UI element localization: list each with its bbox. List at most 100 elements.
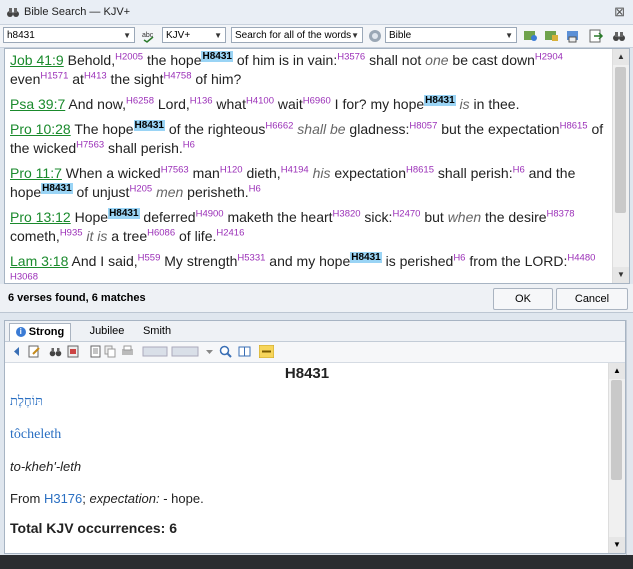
verse-reference-link[interactable]: Pro 13:12 (10, 209, 71, 225)
open-icon[interactable] (67, 345, 80, 358)
strong-number[interactable]: H8378 (547, 208, 575, 219)
strong-number[interactable]: H6 (249, 183, 261, 194)
strong-number[interactable]: H2005 (115, 51, 143, 62)
strong-number[interactable]: H3576 (337, 51, 365, 62)
print-results-icon[interactable] (564, 27, 582, 44)
strong-number-match[interactable]: H8431 (201, 51, 233, 63)
strong-number[interactable]: H6 (183, 139, 195, 150)
scope-icon[interactable] (366, 27, 384, 44)
strong-number[interactable]: H136 (190, 95, 213, 106)
verse-row[interactable]: Psa 39:7 And now,H6258 Lord,H136 whatH41… (10, 95, 608, 114)
verse-reference-link[interactable]: Lam 3:18 (10, 253, 68, 269)
strong-number-match[interactable]: H8431 (133, 120, 165, 132)
strong-number[interactable]: H120 (220, 164, 243, 175)
strong-number[interactable]: H4900 (196, 208, 224, 219)
edit-icon[interactable] (28, 345, 41, 358)
copy-results-icon[interactable] (543, 27, 561, 44)
strong-number-match[interactable]: H8431 (108, 208, 140, 220)
back-icon[interactable] (10, 345, 23, 358)
link-icon[interactable] (259, 345, 274, 358)
search-mode-select[interactable]: Search for all of the words ▼ (231, 27, 363, 43)
find-icon[interactable] (610, 27, 628, 44)
close-icon[interactable]: ⊠ (614, 4, 625, 20)
search-results-icon[interactable] (522, 27, 540, 44)
book-icon[interactable] (238, 345, 251, 358)
search-input[interactable]: h8431 ▼ (3, 27, 135, 43)
scroll-down-icon[interactable]: ▼ (609, 537, 625, 553)
verse-reference-link[interactable]: Job 41:9 (10, 52, 64, 68)
strong-number[interactable]: H8057 (409, 120, 437, 131)
results-scrollbar[interactable]: ▲ ▼ (612, 49, 629, 283)
strong-number-match[interactable]: H8431 (350, 252, 382, 264)
strong-number[interactable]: H7563 (161, 164, 189, 175)
tab-jubilee[interactable]: Jubilee (83, 323, 131, 340)
strong-number[interactable]: H2904 (535, 51, 563, 62)
strong-number[interactable]: H1571 (40, 70, 68, 81)
scrollbar-thumb[interactable] (611, 380, 622, 480)
strong-number[interactable]: H559 (138, 252, 161, 263)
chevron-down-icon[interactable]: ▼ (123, 28, 131, 44)
strong-number[interactable]: H6662 (265, 120, 293, 131)
strong-number[interactable]: H6086 (147, 227, 175, 238)
strong-number[interactable]: H6258 (126, 95, 154, 106)
verse-row[interactable]: Pro 11:7 When a wickedH7563 manH120 diet… (10, 164, 608, 202)
copy-icon[interactable] (104, 345, 117, 358)
verse-text: shall not (365, 52, 426, 68)
strong-number[interactable]: H6 (513, 164, 525, 175)
cancel-button[interactable]: Cancel (556, 288, 628, 310)
strong-number[interactable]: H6 (453, 252, 465, 263)
strong-number-match[interactable]: H8431 (424, 95, 456, 107)
strong-number[interactable]: H2416 (216, 227, 244, 238)
scope-select[interactable]: Bible ▼ (385, 27, 517, 43)
verse-text: of life. (175, 228, 217, 244)
scroll-up-icon[interactable]: ▲ (609, 363, 625, 379)
scroll-down-icon[interactable]: ▼ (613, 267, 629, 283)
zoom-icon[interactable] (219, 345, 232, 358)
export-icon[interactable] (587, 27, 605, 44)
verse-italic-text: his (312, 165, 331, 181)
strong-link[interactable]: H3176 (44, 491, 82, 506)
document-icon[interactable] (89, 345, 102, 358)
strong-number[interactable]: H8615 (560, 120, 588, 131)
verse-row[interactable]: Job 41:9 Behold,H2005 the hopeH8431 of h… (10, 51, 608, 89)
strong-number-match[interactable]: H8431 (41, 183, 73, 195)
tab-smith[interactable]: Smith (137, 323, 177, 340)
chevron-down-icon[interactable]: ▼ (214, 28, 222, 44)
strong-number[interactable]: H7563 (76, 139, 104, 150)
find-icon[interactable] (49, 345, 62, 358)
strong-number[interactable]: H6960 (303, 95, 331, 106)
strong-number[interactable]: H8615 (406, 164, 434, 175)
dictionary-tabs: i Strong Jubilee Smith (5, 321, 625, 342)
verse-row[interactable]: Pro 10:28 The hopeH8431 of the righteous… (10, 120, 608, 158)
version-select[interactable]: KJV+ ▼ (162, 27, 226, 43)
dictionary-toolbar (5, 342, 625, 363)
highlight-icon[interactable] (142, 345, 168, 358)
scrollbar-thumb[interactable] (615, 67, 626, 213)
scroll-up-icon[interactable]: ▲ (613, 49, 629, 65)
strong-number[interactable]: H4194 (281, 164, 309, 175)
dropdown-arrow-icon[interactable] (203, 345, 216, 358)
verse-text: man (188, 165, 220, 181)
dictionary-scrollbar[interactable]: ▲ ▼ (608, 363, 625, 553)
strong-number[interactable]: H205 (129, 183, 152, 194)
ok-button[interactable]: OK (493, 288, 553, 310)
verse-reference-link[interactable]: Pro 10:28 (10, 121, 71, 137)
strong-number[interactable]: H4758 (163, 70, 191, 81)
tab-strong[interactable]: i Strong (9, 323, 71, 341)
verse-reference-link[interactable]: Pro 11:7 (10, 165, 62, 181)
strong-number[interactable]: H4100 (246, 95, 274, 106)
chevron-down-icon[interactable]: ▼ (351, 28, 359, 44)
strong-number[interactable]: H2470 (392, 208, 420, 219)
font-size-icon[interactable] (171, 345, 199, 358)
print-icon[interactable] (121, 345, 134, 358)
verse-row[interactable]: Pro 13:12 HopeH8431 deferredH4900 maketh… (10, 208, 608, 246)
strong-number[interactable]: H3820 (333, 208, 361, 219)
verse-reference-link[interactable]: Psa 39:7 (10, 96, 65, 112)
verse-row[interactable]: Lam 3:18 And I said,H559 My strengthH533… (10, 252, 608, 283)
chevron-down-icon[interactable]: ▼ (505, 28, 513, 44)
verse-text: at (68, 71, 84, 87)
strong-number[interactable]: H935 (60, 227, 83, 238)
strong-number[interactable]: H413 (84, 70, 107, 81)
spellcheck-icon[interactable]: abc (140, 27, 158, 44)
strong-number[interactable]: H5331 (237, 252, 265, 263)
